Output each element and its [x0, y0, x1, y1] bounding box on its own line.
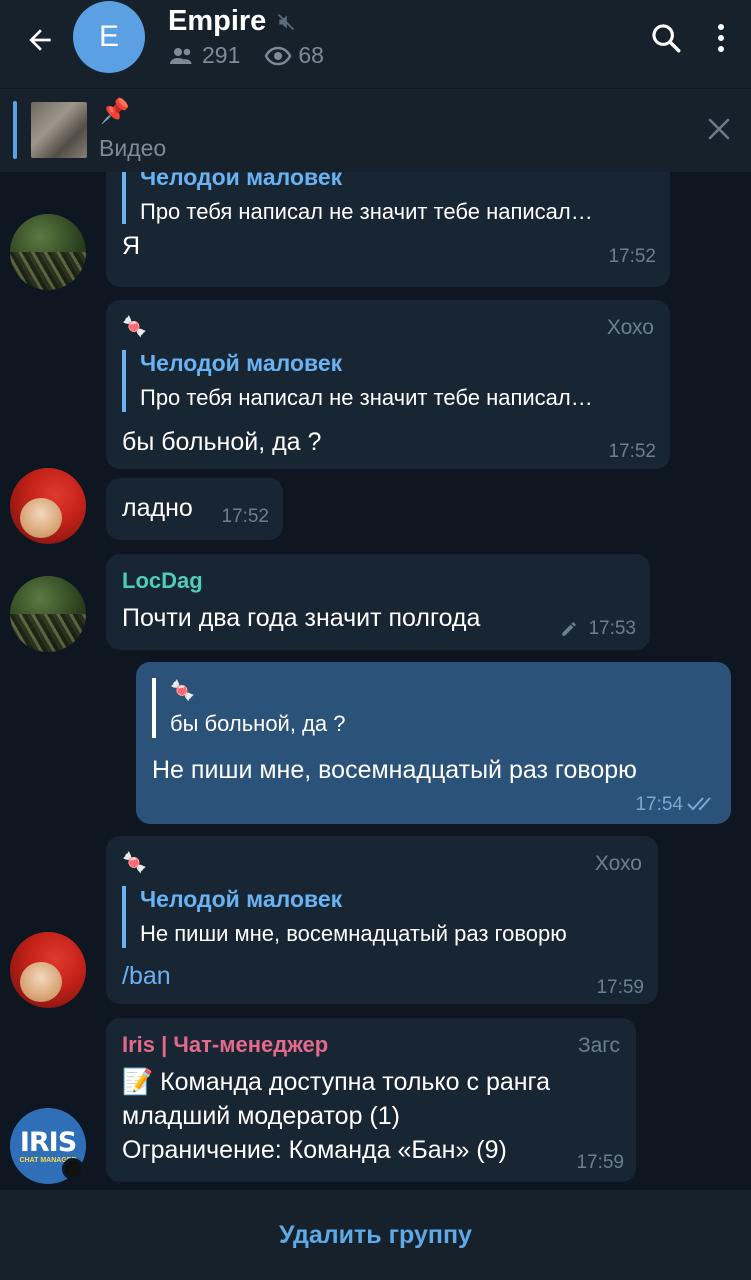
delete-group-bar[interactable]: Удалить группу	[0, 1190, 751, 1280]
message-text: ладно	[122, 494, 193, 522]
more-vertical-icon	[718, 24, 724, 52]
message-time: 17:52	[608, 246, 656, 267]
more-button[interactable]	[706, 16, 736, 60]
pinned-message-bar[interactable]: 📌 Видео	[0, 88, 751, 172]
members-icon	[170, 47, 192, 64]
avatar[interactable]	[10, 214, 86, 290]
message-text: бы больной, да ?	[122, 428, 322, 456]
edited-pencil-icon	[562, 622, 576, 636]
eye-icon	[264, 46, 292, 65]
sender-name[interactable]: LocDag	[122, 568, 203, 594]
message-bubble[interactable]: Iris | Чат-менеджер Загс 📝 Команда досту…	[106, 1018, 636, 1182]
sender-emoji: 🍬	[122, 316, 147, 338]
delete-group-button[interactable]: Удалить группу	[279, 1221, 472, 1250]
message-text-line: 📝 Команда доступна только с ранга	[122, 1068, 551, 1096]
search-button[interactable]	[646, 18, 686, 58]
message-text-line: младший модератор (1)	[122, 1102, 400, 1130]
message-text: Почти два года значит полгода	[122, 604, 481, 632]
message-bubble[interactable]: Челодой маловек Про тебя написал не знач…	[106, 172, 670, 287]
message-time: 17:59	[576, 1152, 624, 1173]
pin-icon: 📌	[100, 98, 130, 125]
back-button[interactable]	[18, 18, 62, 62]
pinned-label: Видео	[99, 135, 167, 161]
message-text-line: Ограничение: Команда «Бан» (9)	[122, 1136, 507, 1164]
reply-quote[interactable]: Челодой маловек Про тебя написал не знач…	[122, 172, 593, 224]
reply-quote[interactable]: Челодой маловек Про тебя написал не знач…	[122, 350, 593, 412]
viewers-stat: 68	[264, 42, 324, 69]
quote-text: Не пиши мне, восемнадцатый раз говорю	[140, 921, 567, 946]
message-time: 17:52	[608, 441, 656, 462]
message-bubble[interactable]: 🍬 Хохо Челодой маловек Про тебя написал …	[106, 300, 670, 469]
group-avatar[interactable]: E	[73, 1, 145, 73]
message-time: 17:54	[635, 794, 683, 815]
admin-badge: Загс	[577, 1034, 620, 1057]
avatar[interactable]	[10, 468, 86, 544]
members-stat: 291	[168, 42, 240, 69]
viewers-count: 68	[298, 42, 324, 68]
message-text: Не пиши мне, восемнадцатый раз говорю	[152, 756, 637, 784]
sender-emoji: 🍬	[122, 852, 147, 874]
quote-sender: Челодой маловек	[140, 886, 343, 912]
search-icon	[652, 24, 681, 53]
avatar[interactable]	[10, 932, 86, 1008]
pinned-indicator	[13, 101, 17, 159]
message-bubble[interactable]: LocDag Почти два года значит полгода 17:…	[106, 554, 650, 650]
video-thumbnail	[31, 102, 87, 158]
admin-badge: Хохо	[594, 852, 642, 875]
chat-header: E Empire 291 68	[0, 0, 751, 88]
reply-quote[interactable]: 🍬 бы больной, да ?	[152, 678, 346, 738]
message-time: 17:59	[596, 977, 644, 998]
sender-name[interactable]: Iris | Чат-менеджер	[122, 1032, 328, 1058]
close-pinned-icon[interactable]	[702, 112, 736, 146]
double-check-icon	[687, 797, 711, 811]
message-bubble[interactable]: 🍬 Хохо Челодой маловек Не пиши мне, восе…	[106, 836, 658, 1004]
muted-icon	[278, 13, 295, 30]
quote-text: бы больной, да ?	[170, 711, 346, 736]
avatar-letter: E	[98, 20, 119, 53]
group-title[interactable]: Empire	[168, 5, 296, 38]
message-list[interactable]: Челодой маловек Про тебя написал не знач…	[0, 172, 751, 1190]
message-time: 17:52	[221, 506, 269, 527]
admin-badge: Хохо	[606, 316, 654, 339]
title-text: Empire	[168, 5, 267, 37]
avatar-logo-text: IRIS	[19, 1126, 77, 1158]
reply-quote[interactable]: Челодой маловек Не пиши мне, восемнадцат…	[122, 886, 567, 948]
message-bubble[interactable]: ладно 17:52	[106, 478, 283, 540]
quote-text: Про тебя написал не значит тебе написал…	[140, 199, 593, 224]
message-text: Я	[122, 232, 141, 260]
bot-command-link[interactable]: /ban	[122, 962, 171, 991]
quote-text: Про тебя написал не значит тебе написал…	[140, 385, 593, 410]
arrow-left-icon	[29, 29, 51, 51]
message-time: 17:53	[588, 618, 636, 639]
group-stats: 291 68	[168, 42, 348, 69]
members-count: 291	[202, 42, 241, 68]
quote-sender: Челодой маловек	[140, 172, 343, 190]
quote-sender: 🍬	[170, 680, 195, 702]
status-dot	[62, 1158, 84, 1180]
avatar[interactable]	[10, 576, 86, 652]
message-bubble-outgoing[interactable]: 🍬 бы больной, да ? Не пиши мне, восемнад…	[136, 662, 731, 824]
quote-sender: Челодой маловек	[140, 350, 343, 376]
